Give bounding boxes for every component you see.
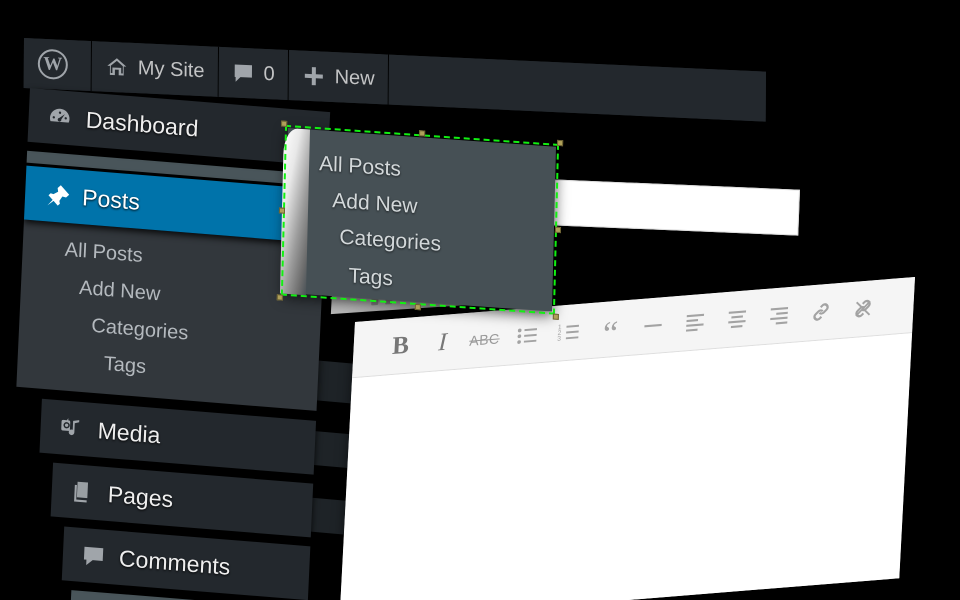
selection-handle-e[interactable] [554, 226, 562, 234]
media-camera-icon [58, 414, 85, 442]
italic-icon[interactable]: I [420, 319, 464, 367]
align-right-icon[interactable] [756, 292, 800, 340]
flyout-item-add-new[interactable]: Add New [332, 189, 418, 219]
adminbar-item-wordpress[interactable] [23, 38, 93, 92]
post-editor-panel: B I ABC 123 “ [339, 276, 915, 600]
plus-icon [302, 64, 326, 89]
selection-handle-sw[interactable] [276, 294, 283, 301]
sidebar-label-comments: Comments [118, 544, 231, 580]
flyout-item-all-posts[interactable]: All Posts [319, 152, 401, 182]
pin-icon [43, 181, 70, 209]
home-icon [105, 55, 129, 80]
align-center-icon[interactable] [714, 295, 758, 343]
selection-handle-n[interactable] [419, 130, 426, 137]
link-icon[interactable] [798, 288, 842, 336]
flyout-item-tags[interactable]: Tags [348, 264, 393, 291]
adminbar-item-new[interactable]: New [288, 50, 389, 105]
selection-handle-ne[interactable] [557, 139, 564, 147]
adminbar-label-new: New [334, 65, 375, 90]
sidebar-item-pages[interactable]: Pages [50, 462, 314, 538]
selection-handle-se[interactable] [552, 313, 559, 320]
selection-handle-s[interactable] [414, 303, 421, 311]
adminbar-item-comments[interactable]: 0 [218, 46, 289, 101]
unordered-list-icon[interactable] [504, 312, 548, 360]
screenshot-stage: My Site 0 New Enter title here Dashboard [0, 0, 960, 600]
adminbar-comment-count: 0 [263, 62, 275, 85]
sidebar-label-media: Media [97, 416, 162, 448]
strikethrough-icon[interactable]: ABC [462, 315, 506, 363]
align-left-icon[interactable] [672, 298, 716, 346]
bold-icon[interactable]: B [378, 322, 422, 370]
admin-sidebar: Dashboard Posts All Posts Add New Catego… [2, 88, 331, 600]
horizontal-rule-icon[interactable] [630, 302, 674, 350]
comments-icon [80, 542, 106, 569]
sidebar-item-media[interactable]: Media [39, 398, 317, 475]
sidebar-label-dashboard: Dashboard [85, 106, 200, 141]
unlink-icon[interactable] [840, 285, 884, 333]
svg-text:3: 3 [557, 336, 561, 343]
adminbar-filler [388, 54, 766, 122]
adminbar-item-my-site[interactable]: My Site [91, 41, 219, 97]
wordpress-logo-icon [37, 48, 68, 80]
sidebar-label-posts: Posts [81, 183, 141, 215]
flyout-item-categories[interactable]: Categories [339, 226, 441, 257]
selection-handle-w[interactable] [278, 207, 286, 214]
blockquote-icon[interactable]: “ [588, 305, 632, 353]
sidebar-item-comments[interactable]: Comments [61, 526, 311, 600]
sidebar-submenu-posts: All Posts Add New Categories Tags [16, 219, 325, 411]
selection-handle-nw[interactable] [281, 120, 288, 127]
posts-flyout-menu: All Posts Add New Categories Tags [276, 120, 564, 320]
sidebar-label-pages: Pages [107, 480, 174, 512]
dashboard-gauge-icon [46, 103, 73, 131]
pages-icon [69, 479, 95, 506]
comment-icon [231, 61, 254, 85]
editor-content-area[interactable] [339, 333, 913, 600]
adminbar-label-my-site: My Site [137, 56, 205, 82]
flyout-panel: All Posts Add New Categories Tags [279, 127, 556, 312]
